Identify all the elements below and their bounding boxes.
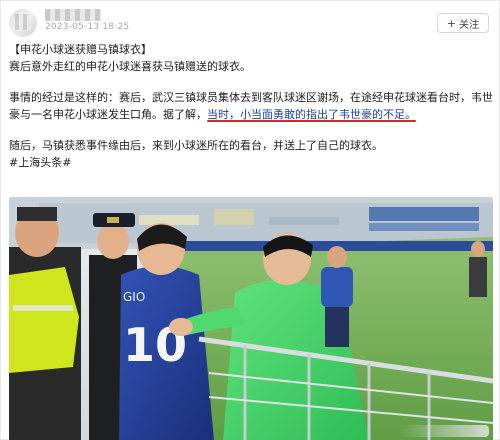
weibo-post: 2023-05-13 18:25 + 关注 【申花小球迷获赠马镇球衣】 赛后意外…	[0, 0, 500, 440]
watermark-blur	[399, 425, 489, 437]
post-title: 【申花小球迷获赠马镇球衣】	[9, 43, 152, 56]
jersey-name: GIO	[123, 290, 145, 304]
post-paragraph-2: 事情的经过是这样的：赛后，武汉三镇球员集体去到客队球迷区谢场，在途经申花球迷看台…	[9, 89, 493, 123]
follow-label: 关注	[459, 19, 479, 31]
post-intro: 赛后意外走红的申花小球迷喜获马镇赠送的球衣。	[9, 60, 251, 73]
post-photo[interactable]: GIO 10	[9, 197, 493, 440]
author-name-blurred[interactable]	[45, 9, 101, 21]
highlighted-sentence: 当时，小当面勇敢的指出了韦世豪的不足。	[207, 108, 416, 121]
post-hashtag[interactable]: #上海头条#	[9, 154, 493, 171]
follow-button[interactable]: + 关注	[436, 13, 489, 33]
post-content: 【申花小球迷获赠马镇球衣】 赛后意外走红的申花小球迷喜获马镇赠送的球衣。 事情的…	[9, 41, 493, 171]
plus-icon: +	[446, 16, 456, 30]
post-paragraph-3: 随后，马镇获悉事件缘由后，来到小球迷所在的看台，并送上了自己的球衣。	[9, 139, 383, 152]
post-timestamp: 2023-05-13 18:25	[45, 22, 130, 32]
avatar[interactable]	[9, 9, 37, 37]
photo-illustration: GIO 10	[9, 197, 493, 440]
